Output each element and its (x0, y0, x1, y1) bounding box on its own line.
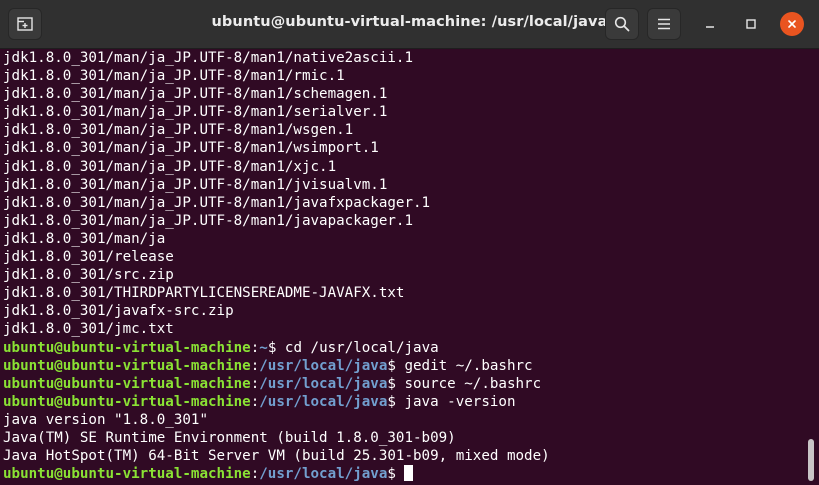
menu-button[interactable] (647, 8, 681, 40)
text-cursor (404, 465, 414, 482)
output-line: jdk1.8.0_301/man/ja_JP.UTF-8/man1/native… (3, 50, 413, 66)
output-line: Java(TM) SE Runtime Environment (build 1… (3, 429, 456, 446)
minimize-icon (706, 26, 714, 28)
close-icon (788, 20, 796, 28)
command-text: source ~/.bashrc (395, 375, 542, 392)
prompt-user-host: ubuntu@ubuntu-virtual-machine (3, 357, 251, 374)
active-prompt-line[interactable]: ubuntu@ubuntu-virtual-machine:/usr/local… (3, 465, 804, 483)
scrollbar-thumb[interactable] (808, 439, 814, 481)
output-line: jdk1.8.0_301/THIRDPARTYLICENSEREADME-JAV… (3, 285, 405, 302)
output-line: jdk1.8.0_301/man/ja_JP.UTF-8/man1/javafx… (3, 194, 431, 211)
title-bar[interactable]: ubuntu@ubuntu-virtual-machine: /usr/loca… (0, 0, 819, 49)
output-line: jdk1.8.0_301/man/ja_JP.UTF-8/man1/rmic.1 (3, 68, 345, 85)
hamburger-menu-icon (658, 18, 670, 30)
prompt-path: /usr/local/java (259, 375, 388, 392)
command-text: gedit ~/.bashrc (395, 357, 533, 374)
command-text (396, 466, 405, 482)
prompt-user-host: ubuntu@ubuntu-virtual-machine (3, 375, 251, 392)
prompt-line: ubuntu@ubuntu-virtual-machine:/usr/local… (3, 393, 516, 410)
prompt-path: /usr/local/java (259, 393, 388, 410)
prompt-user-host: ubuntu@ubuntu-virtual-machine (3, 466, 251, 483)
output-line: jdk1.8.0_301/man/ja_JP.UTF-8/man1/wsimpo… (3, 140, 379, 157)
output-line: jdk1.8.0_301/javafx-src.zip (3, 303, 234, 320)
prompt-user-host: ubuntu@ubuntu-virtual-machine (3, 339, 251, 356)
prompt-user-host: ubuntu@ubuntu-virtual-machine (3, 393, 251, 410)
command-text: cd /usr/local/java (276, 339, 439, 356)
new-tab-icon (17, 17, 33, 31)
output-line: jdk1.8.0_301/man/ja_JP.UTF-8/man1/schema… (3, 86, 388, 103)
prompt-line: ubuntu@ubuntu-virtual-machine:/usr/local… (3, 375, 542, 392)
output-line: jdk1.8.0_301/man/ja_JP.UTF-8/man1/javapa… (3, 212, 413, 229)
prompt-line: ubuntu@ubuntu-virtual-machine:~$ cd /usr… (3, 339, 439, 356)
terminal-output[interactable]: jdk1.8.0_301/man/ja_JP.UTF-8/man1/native… (0, 49, 804, 485)
output-line: jdk1.8.0_301/man/ja_JP.UTF-8/man1/jvisua… (3, 176, 388, 193)
output-line: jdk1.8.0_301/man/ja (3, 230, 166, 247)
maximize-icon (746, 19, 756, 29)
terminal-window: ubuntu@ubuntu-virtual-machine: /usr/loca… (0, 0, 819, 485)
output-line: jdk1.8.0_301/man/ja_JP.UTF-8/man1/wsgen.… (3, 122, 354, 139)
close-button[interactable] (780, 12, 804, 36)
output-line: jdk1.8.0_301/src.zip (3, 267, 174, 284)
prompt-line: ubuntu@ubuntu-virtual-machine:/usr/local… (3, 357, 533, 374)
window-title: ubuntu@ubuntu-virtual-machine: /usr/loca… (211, 14, 608, 30)
output-line: Java HotSpot(TM) 64-Bit Server VM (build… (3, 448, 550, 465)
scrollbar[interactable] (804, 49, 819, 485)
output-line: jdk1.8.0_301/man/ja_JP.UTF-8/man1/xjc.1 (3, 158, 337, 175)
prompt-path: /usr/local/java (259, 357, 388, 374)
output-line: java version "1.8.0_301" (3, 411, 208, 428)
command-text: java -version (395, 393, 516, 410)
output-line: jdk1.8.0_301/jmc.txt (3, 321, 174, 338)
output-line: jdk1.8.0_301/release (3, 249, 174, 266)
maximize-button[interactable] (739, 12, 763, 36)
search-icon (614, 16, 630, 32)
prompt-path: /usr/local/java (259, 466, 388, 483)
output-line: jdk1.8.0_301/man/ja_JP.UTF-8/man1/serial… (3, 104, 388, 121)
new-tab-button[interactable] (8, 8, 42, 40)
minimize-button[interactable] (698, 12, 722, 36)
prompt-path: ~ (259, 339, 268, 356)
search-button[interactable] (605, 8, 639, 40)
